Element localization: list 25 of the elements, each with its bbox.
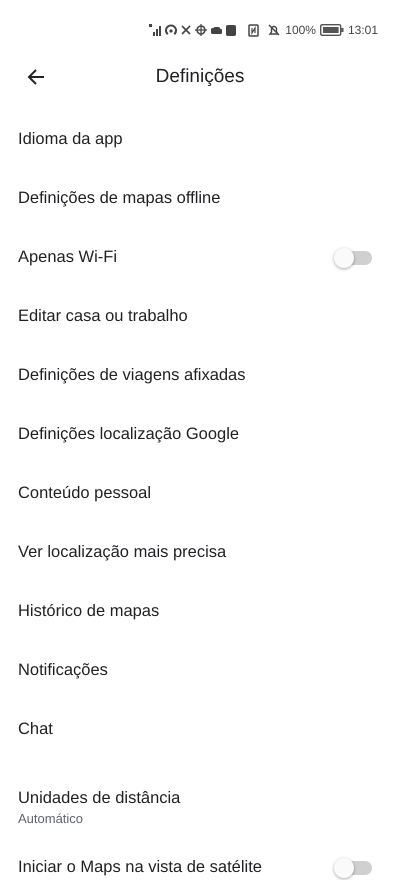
- clock: 13:01: [348, 23, 378, 37]
- settings-item[interactable]: Notificações: [0, 641, 400, 700]
- settings-item[interactable]: Idioma da app: [0, 110, 400, 169]
- mute-icon: [267, 23, 282, 37]
- battery-icon: [320, 24, 344, 36]
- hotspot-icon: [165, 24, 178, 36]
- item-label: Iniciar o Maps na vista de satélite: [18, 858, 262, 877]
- battery-percentage: 100%: [285, 23, 316, 37]
- signal-icon: [149, 24, 162, 36]
- cross-icon: [181, 25, 192, 35]
- settings-item[interactable]: Conteúdo pessoal: [0, 464, 400, 523]
- settings-item[interactable]: Definições de mapas offline: [0, 169, 400, 228]
- settings-item[interactable]: Histórico de mapas: [0, 582, 400, 641]
- nfc-icon: [248, 24, 260, 36]
- crosshair-icon: [195, 24, 208, 36]
- item-value: Automático: [18, 811, 84, 826]
- settings-item[interactable]: Ver localização mais precisa: [0, 523, 400, 582]
- item-label: Apenas Wi-Fi: [18, 248, 118, 267]
- item-label: Unidades de distância: [18, 789, 180, 808]
- page-title: Definições: [156, 66, 244, 88]
- cloud-icon: [211, 26, 222, 34]
- settings-item[interactable]: Editar casa ou trabalho: [0, 287, 400, 346]
- settings-item[interactable]: Chat: [0, 700, 400, 759]
- settings-item[interactable]: Definições de viagens afixadas: [0, 346, 400, 405]
- settings-item[interactable]: Definições localização Google: [0, 405, 400, 464]
